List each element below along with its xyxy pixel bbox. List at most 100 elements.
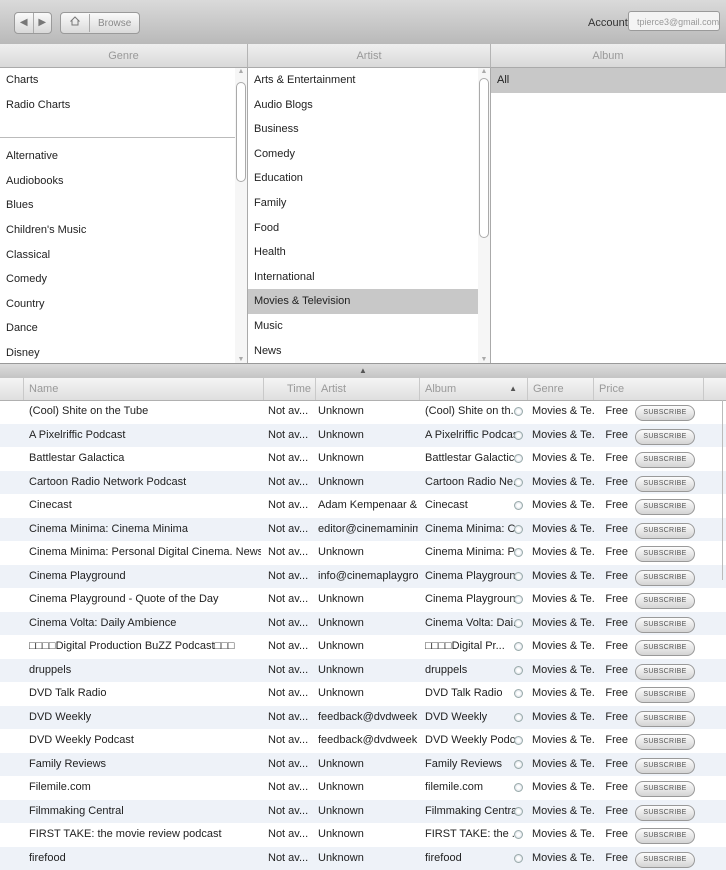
table-row[interactable]: Filmmaking Central Not av... Unknown Filmma… <box>0 799 726 826</box>
table-row[interactable]: DVD Weekly Not av... feedback@dvdweekl... D… <box>0 705 726 732</box>
genre-item[interactable]: Radio Charts <box>0 93 235 118</box>
genre-column-header[interactable]: Genre <box>0 44 248 68</box>
subscribe-button[interactable]: SUBSCRIBE <box>635 593 695 609</box>
subscribe-button[interactable]: SUBSCRIBE <box>635 851 695 868</box>
name-column-header[interactable]: Name <box>24 378 264 400</box>
genre-item[interactable]: Charts <box>0 68 235 93</box>
account-field[interactable]: tpierce3@gmail.com <box>628 11 720 31</box>
go-to-arrow-icon[interactable] <box>514 471 528 497</box>
subscribe-button[interactable]: SUBSCRIBE <box>635 428 695 445</box>
subscribe-button[interactable]: SUBSCRIBE <box>635 546 695 562</box>
go-to-arrow-icon[interactable] <box>514 518 528 544</box>
go-to-arrow-icon[interactable] <box>514 823 528 849</box>
subscribe-button[interactable]: SUBSCRIBE <box>635 804 695 821</box>
scroll-up-icon[interactable]: ▲ <box>235 68 247 75</box>
subscribe-button[interactable]: SUBSCRIBE <box>635 640 695 656</box>
table-row[interactable]: Filemile.com Not av... Unknown filemile.com… <box>0 776 726 800</box>
scroll-up-icon[interactable]: ▲ <box>478 68 490 75</box>
go-to-arrow-icon[interactable] <box>514 682 528 708</box>
scroll-down-icon[interactable]: ▼ <box>235 356 247 363</box>
go-to-arrow-icon[interactable] <box>514 612 528 638</box>
table-row[interactable]: Cartoon Radio Network Podcast Not av... Un… <box>0 470 726 497</box>
scroll-thumb[interactable] <box>236 82 246 182</box>
pane-splitter[interactable]: ▲ <box>0 363 726 379</box>
artist-column-header[interactable]: Artist <box>248 44 491 68</box>
go-to-arrow-icon[interactable] <box>514 753 528 779</box>
table-row[interactable]: A Pixelriffic Podcast Not av... Unknown A P… <box>0 423 726 450</box>
artist-item[interactable]: Family <box>248 191 478 216</box>
album-column-header[interactable]: Album <box>491 44 726 68</box>
go-to-arrow-icon[interactable] <box>514 447 528 473</box>
artist-scrollbar[interactable]: ▲ ▼ <box>478 68 490 363</box>
table-row[interactable]: druppels Not av... Unknown druppels Movies &… <box>0 658 726 685</box>
genre-item[interactable]: Country <box>0 292 235 317</box>
subscribe-button[interactable]: SUBSCRIBE <box>635 616 695 633</box>
breadcrumb-browse[interactable]: Browse <box>90 18 131 29</box>
go-to-arrow-icon[interactable] <box>514 729 528 755</box>
artist-item[interactable]: Food <box>248 216 478 241</box>
subscribe-button[interactable]: SUBSCRIBE <box>635 710 695 727</box>
scroll-down-icon[interactable]: ▼ <box>478 356 490 363</box>
table-row[interactable]: (Cool) Shite on the Tube Not av... Unknown… <box>0 400 726 424</box>
go-to-arrow-icon[interactable] <box>514 588 528 614</box>
artist-item[interactable]: Education <box>248 166 478 191</box>
table-row[interactable]: □□□□Digital Production BuZZ Podcast□□□ No… <box>0 635 726 659</box>
table-row[interactable]: Family Reviews Not av... Unknown Family Rev… <box>0 752 726 779</box>
go-to-arrow-icon[interactable] <box>514 635 528 661</box>
forward-button[interactable]: ▶ <box>34 13 52 33</box>
subscribe-button[interactable]: SUBSCRIBE <box>635 475 695 492</box>
subscribe-button[interactable]: SUBSCRIBE <box>635 757 695 774</box>
subscribe-button[interactable]: SUBSCRIBE <box>635 734 695 750</box>
album-item[interactable]: All <box>491 68 726 93</box>
go-to-arrow-icon[interactable] <box>514 800 528 826</box>
genre-item[interactable]: Dance <box>0 316 235 341</box>
table-row[interactable]: DVD Weekly Podcast Not av... feedback@dvdw… <box>0 729 726 753</box>
genre-column-header-table[interactable]: Genre <box>528 378 594 400</box>
subscribe-button[interactable]: SUBSCRIBE <box>635 663 695 680</box>
table-row[interactable]: FIRST TAKE: the movie review podcast Not … <box>0 823 726 847</box>
genre-item[interactable]: Disney <box>0 341 235 363</box>
subscribe-button[interactable]: SUBSCRIBE <box>635 452 695 468</box>
artist-column-header-table[interactable]: Artist <box>316 378 420 400</box>
go-to-arrow-icon[interactable] <box>514 565 528 591</box>
genre-item[interactable]: Comedy <box>0 267 235 292</box>
subscribe-button[interactable]: SUBSCRIBE <box>635 569 695 586</box>
artist-item[interactable]: News <box>248 339 478 363</box>
album-column-header-table[interactable]: Album ▲ <box>420 378 528 400</box>
table-row[interactable]: Cinema Playground - Quote of the Day Not … <box>0 588 726 612</box>
subscribe-button[interactable]: SUBSCRIBE <box>635 828 695 844</box>
artist-item[interactable]: Audio Blogs <box>248 93 478 118</box>
scroll-thumb[interactable] <box>479 78 489 238</box>
table-row[interactable]: firefood Not av... Unknown firefood Movies &… <box>0 846 726 870</box>
table-row[interactable]: Cinecast Not av... Adam Kempenaar & S... Ci… <box>0 494 726 518</box>
table-row[interactable]: Cinema Playground Not av... info@cinemapla… <box>0 564 726 591</box>
subscribe-button[interactable]: SUBSCRIBE <box>635 687 695 703</box>
artist-item[interactable]: International <box>248 265 478 290</box>
back-button[interactable]: ◀ <box>15 13 34 33</box>
go-to-arrow-icon[interactable] <box>514 494 528 520</box>
go-to-arrow-icon[interactable] <box>514 659 528 685</box>
artist-item[interactable]: Arts & Entertainment <box>248 68 478 93</box>
subscribe-button[interactable]: SUBSCRIBE <box>635 499 695 515</box>
genre-item[interactable]: Classical <box>0 243 235 268</box>
artist-item[interactable]: Health <box>248 240 478 265</box>
subscribe-button[interactable]: SUBSCRIBE <box>635 522 695 539</box>
go-to-arrow-icon[interactable] <box>514 400 528 426</box>
artist-item[interactable]: Music <box>248 314 478 339</box>
genre-item[interactable]: Children's Music <box>0 218 235 243</box>
go-to-arrow-icon[interactable] <box>514 776 528 802</box>
table-row[interactable]: Battlestar Galactica Not av... Unknown Batt… <box>0 447 726 471</box>
table-row[interactable]: DVD Talk Radio Not av... Unknown DVD Talk R… <box>0 682 726 706</box>
genre-scrollbar[interactable]: ▲ ▼ <box>235 68 247 363</box>
go-to-arrow-icon[interactable] <box>514 541 528 567</box>
artist-item-selected[interactable]: Movies & Television <box>248 289 478 314</box>
table-row[interactable]: Cinema Volta: Daily Ambience Not av... Unk… <box>0 611 726 638</box>
genre-item[interactable]: Alternative <box>0 144 235 169</box>
subscribe-button[interactable]: SUBSCRIBE <box>635 781 695 797</box>
go-to-arrow-icon[interactable] <box>514 424 528 450</box>
artist-item[interactable]: Comedy <box>248 142 478 167</box>
go-to-arrow-icon[interactable] <box>514 706 528 732</box>
artist-item[interactable]: Business <box>248 117 478 142</box>
go-to-arrow-icon[interactable] <box>514 847 528 870</box>
genre-item[interactable]: Audiobooks <box>0 169 235 194</box>
